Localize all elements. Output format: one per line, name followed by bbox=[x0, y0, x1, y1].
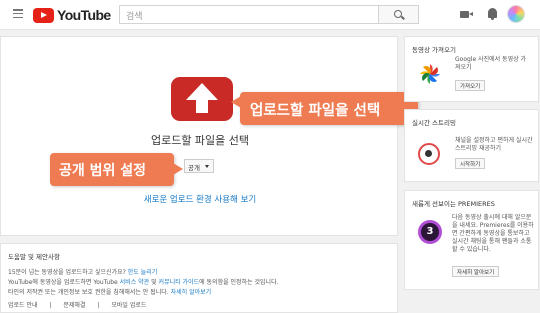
video-camera-icon[interactable] bbox=[460, 11, 473, 18]
help-panel: 도움말 및 제안사항 15분이 넘는 동영상을 업로드하고 싶으신가요? 한도 … bbox=[0, 243, 398, 313]
live-card-title: 실시간 스트리밍 bbox=[412, 119, 456, 127]
search-icon bbox=[394, 10, 402, 18]
get-started-button[interactable]: 시작하기 bbox=[455, 158, 486, 169]
import-button[interactable]: 가져오기 bbox=[455, 80, 486, 91]
search-input[interactable]: 검색 bbox=[119, 5, 379, 24]
import-card-text: Google 사진에서 동영상 가져오기 bbox=[455, 56, 527, 71]
search-button[interactable] bbox=[379, 5, 419, 24]
upload-title: 업로드할 파일을 선택 bbox=[150, 134, 250, 147]
top-bar: YouTube 검색 bbox=[0, 0, 540, 30]
play-logo-icon bbox=[33, 7, 54, 23]
terms-of-service-link[interactable]: 서비스 약관 bbox=[120, 279, 150, 286]
new-upload-experience-link[interactable]: 새로운 업로드 환경 사용해 보기 bbox=[1, 193, 399, 205]
import-videos-card: 동영상 가져오기 Google 사진에서 동영상 가져오기 가져오기 bbox=[404, 36, 539, 102]
increase-limit-link[interactable]: 한도 늘리기 bbox=[128, 269, 158, 276]
help-footer-links: 업로드 안내 | 문제해결 | 모바일 업로드 bbox=[8, 302, 147, 309]
callout-privacy-setting: 공개 범위 설정 bbox=[50, 153, 183, 186]
hamburger-menu-icon[interactable] bbox=[13, 9, 23, 19]
upload-arrow-icon bbox=[186, 83, 218, 100]
import-card-title: 동영상 가져오기 bbox=[412, 46, 456, 54]
callout-select-file: 업로드할 파일을 선택 bbox=[231, 92, 418, 125]
notification-bell-icon[interactable] bbox=[488, 8, 497, 20]
premieres-icon: 3 bbox=[418, 220, 442, 244]
logo-text: YouTube bbox=[57, 7, 111, 23]
help-line-limit: 15분이 넘는 동영상을 업로드하고 싶으신가요? 한도 늘리기 bbox=[8, 269, 158, 276]
learn-more-button[interactable]: 자세히 알아보기 bbox=[452, 266, 500, 277]
troubleshoot-link[interactable]: 문제해결 bbox=[63, 302, 85, 309]
avatar[interactable] bbox=[507, 5, 525, 23]
upload-guide-link[interactable]: 업로드 안내 bbox=[8, 302, 38, 309]
help-title: 도움말 및 제안사항 bbox=[8, 253, 60, 261]
privacy-value: 공개 bbox=[188, 164, 200, 172]
community-guidelines-link[interactable]: 커뮤니티 가이드 bbox=[159, 279, 200, 286]
premieres-card-text: 다음 동영상 출시에 대해 알으문을 내세요. Premieres를 이용하면 … bbox=[452, 214, 534, 253]
youtube-logo[interactable]: YouTube bbox=[33, 7, 111, 23]
google-photos-icon bbox=[420, 64, 440, 84]
help-line-terms: YouTube에 동영상을 업로드하면 YouTube 서비스 약관 및 커뮤니… bbox=[8, 279, 279, 286]
learn-more-link[interactable]: 자세히 알아보기 bbox=[171, 289, 212, 296]
help-line-copyright: 타인의 저작권 또는 개인정보 보호 권한을 침해해서는 안 됩니다. 자세히 … bbox=[8, 289, 212, 296]
privacy-dropdown[interactable]: 공개 bbox=[184, 159, 214, 173]
caret-down-icon bbox=[205, 165, 209, 168]
mobile-upload-link[interactable]: 모바일 업로드 bbox=[111, 302, 146, 309]
live-broadcast-icon bbox=[418, 143, 440, 165]
premieres-card-title: 새롭게 선보이는 PREMIERES bbox=[412, 200, 495, 208]
live-card-text: 채널을 설정하고 편하게 실시간 스트리밍 재공하기 bbox=[455, 137, 533, 152]
upload-panel: 업로드할 파일을 선택 공개 새로운 업로드 환경 사용해 보기 bbox=[0, 36, 398, 236]
upload-arrow-button[interactable] bbox=[171, 77, 233, 121]
